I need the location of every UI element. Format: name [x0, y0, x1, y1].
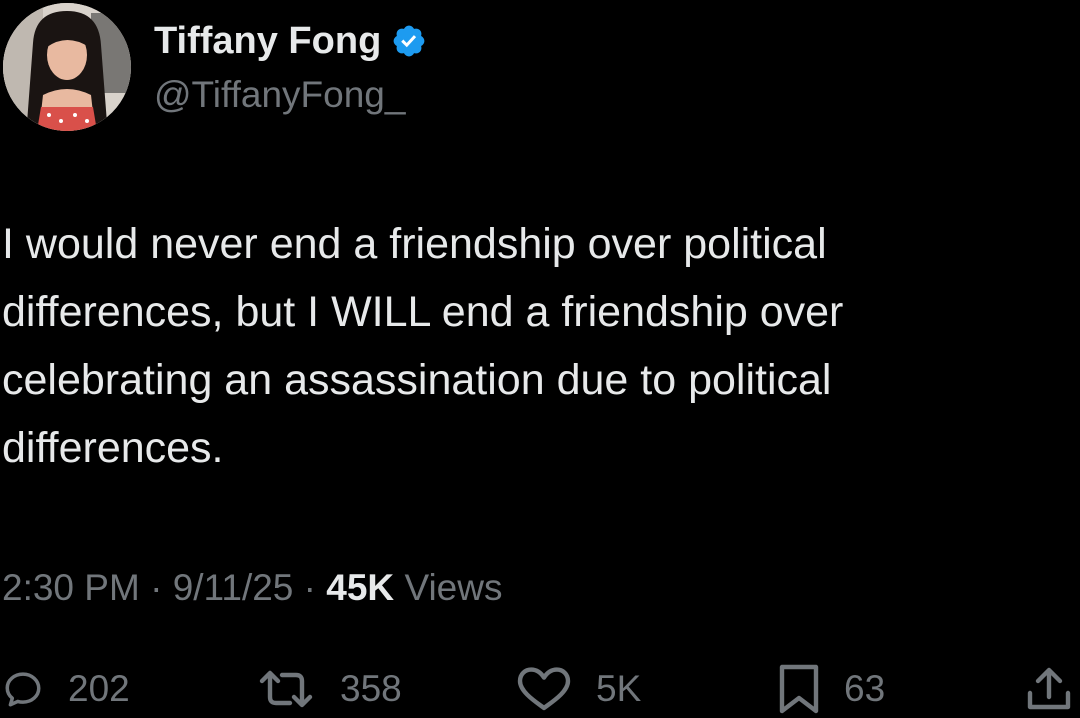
views-count: 45K [326, 567, 395, 608]
repost-arrows-icon [256, 667, 316, 711]
tweet-card: Tiffany Fong @TiffanyFong_ I would never… [0, 0, 1080, 718]
action-bar: 202 358 5K 63 [0, 660, 1080, 718]
avatar-image [3, 3, 131, 131]
tweet-date[interactable]: 9/11/25 [173, 567, 294, 608]
user-handle[interactable]: @TiffanyFong_ [154, 72, 405, 118]
heart-icon [516, 666, 572, 712]
tweet-text-line: differences, but I WILL end a friendship… [2, 288, 844, 336]
repost-count: 358 [340, 668, 402, 709]
like-button[interactable]: 5K [516, 660, 641, 718]
tweet-text-line: differences. [2, 424, 224, 472]
tweet-time[interactable]: 2:30 PM [2, 567, 140, 608]
display-name[interactable]: Tiffany Fong [154, 16, 381, 66]
reply-count: 202 [68, 668, 130, 709]
tweet-text: I would never end a friendship over poli… [2, 210, 1062, 482]
tweet-text-line: I would never end a friendship over poli… [2, 220, 827, 268]
like-count: 5K [596, 668, 642, 709]
tweet-text-line: celebrating an assassination due to poli… [2, 356, 832, 404]
name-row: Tiffany Fong [154, 16, 427, 66]
bookmark-icon [778, 663, 820, 715]
repost-button[interactable]: 358 [256, 660, 402, 718]
meta-separator: · [150, 567, 163, 608]
bookmark-button[interactable]: 63 [778, 660, 885, 718]
share-upload-icon [1026, 665, 1072, 713]
share-button[interactable] [1026, 660, 1072, 718]
views-label: Views [404, 567, 503, 608]
meta-separator: · [303, 567, 316, 608]
bookmark-count: 63 [844, 668, 886, 709]
reply-button[interactable]: 202 [2, 660, 130, 718]
tweet-header: Tiffany Fong @TiffanyFong_ [0, 0, 700, 140]
verified-badge-icon [391, 23, 427, 59]
avatar[interactable] [3, 3, 131, 131]
tweet-metadata: 2:30 PM · 9/11/25 · 45K Views [2, 563, 502, 613]
reply-bubble-icon [2, 668, 44, 710]
